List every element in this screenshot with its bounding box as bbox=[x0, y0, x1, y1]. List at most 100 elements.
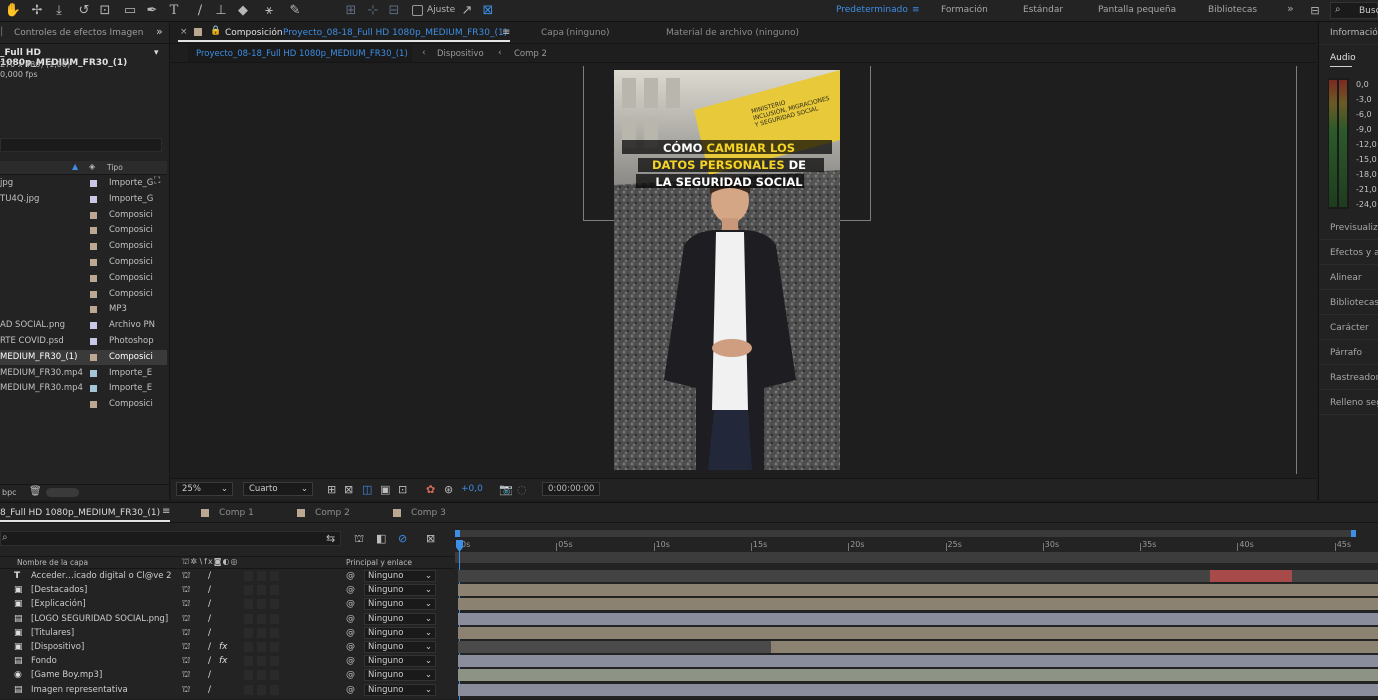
switch-cell[interactable] bbox=[257, 627, 266, 638]
pickwhip-icon[interactable]: @ bbox=[346, 597, 355, 611]
switch-cell[interactable] bbox=[244, 571, 253, 581]
item-dropdown-icon[interactable]: ▾ bbox=[154, 48, 159, 58]
parent-dropdown[interactable]: Ninguno ⌄ bbox=[364, 669, 436, 682]
timeline-tab-comp2[interactable]: Comp 2 bbox=[315, 508, 350, 518]
quality-switch-icon[interactable]: ∕ bbox=[208, 654, 211, 668]
pan-behind-icon[interactable]: ⤓ bbox=[50, 2, 68, 20]
switch-cell[interactable] bbox=[270, 627, 279, 638]
project-item[interactable]: MEDIUM_FR30_(1) Composici bbox=[0, 349, 167, 365]
collapsed-panel-tab[interactable]: Efectos y aj bbox=[1330, 248, 1378, 258]
switch-cell[interactable] bbox=[257, 571, 266, 581]
switch-cell[interactable] bbox=[270, 571, 279, 581]
workspace-formacion[interactable]: Formación bbox=[941, 5, 988, 15]
dependency-icon[interactable]: ⛶ bbox=[154, 176, 160, 186]
collapsed-panel-tab[interactable]: Alinear bbox=[1330, 273, 1362, 283]
thumbnail-size-slider[interactable] bbox=[46, 488, 79, 497]
shy-switch-icon[interactable]: ⛫ bbox=[182, 668, 190, 682]
project-item[interactable]: Composici bbox=[0, 397, 167, 412]
hand-tool-icon[interactable]: ✋ bbox=[4, 2, 22, 20]
layer-duration-bar[interactable] bbox=[458, 598, 1378, 611]
layer-duration-bar[interactable] bbox=[458, 626, 1378, 639]
collapsed-panel-tab[interactable]: Relleno seg bbox=[1330, 398, 1378, 408]
shy-switch-icon[interactable]: ⛫ bbox=[182, 640, 190, 654]
work-area-bar[interactable] bbox=[455, 552, 1378, 563]
shy-layers-icon[interactable]: ◧ bbox=[376, 532, 386, 545]
color-management-icon[interactable]: ⊛ bbox=[444, 483, 453, 496]
parent-dropdown[interactable]: Ninguno ⌄ bbox=[364, 655, 436, 668]
switch-cell[interactable] bbox=[244, 684, 253, 695]
fast-preview-icon[interactable]: ⊞ bbox=[327, 483, 336, 496]
layer-row[interactable]: ▣ [Destacados] ⛫ ∕ @ Ninguno ⌄ bbox=[0, 583, 455, 597]
parent-dropdown[interactable]: Ninguno ⌄ bbox=[364, 570, 436, 582]
panel-overflow-icon[interactable]: » bbox=[156, 25, 163, 38]
project-item[interactable]: Composici bbox=[0, 223, 167, 238]
effect-controls-tab[interactable]: Controles de efectos Imagen bbox=[14, 28, 143, 38]
layer-row[interactable]: ▤ [LOGO SEGURIDAD SOCIAL.png] ⛫ ∕ @ Ninguno ⌄ bbox=[0, 612, 455, 626]
breadcrumb-comp2[interactable]: Comp 2 bbox=[514, 49, 547, 59]
timeline-tab-comp1[interactable]: Comp 1 bbox=[219, 508, 254, 518]
quality-switch-icon[interactable]: ∕ bbox=[208, 640, 211, 654]
layer-row[interactable]: ▣ [Dispositivo] ⛫ ∕ fx @ Ninguno ⌄ bbox=[0, 640, 455, 654]
workspace-bibliotecas[interactable]: Bibliotecas bbox=[1208, 5, 1257, 15]
quality-switch-icon[interactable]: ∕ bbox=[208, 583, 211, 597]
axis-local-icon[interactable]: ⊞ bbox=[342, 2, 360, 20]
layer-duration-bar[interactable] bbox=[458, 641, 1378, 653]
layer-row[interactable]: ▣ [Titulares] ⛫ ∕ @ Ninguno ⌄ bbox=[0, 626, 455, 640]
switch-cell[interactable] bbox=[244, 627, 253, 638]
axis-world-icon[interactable]: ⊹ bbox=[364, 2, 382, 20]
collapsed-panel-tab[interactable]: Bibliotecas bbox=[1330, 298, 1378, 308]
camera-tool-icon[interactable]: ⊡ bbox=[96, 2, 114, 20]
guides-icon[interactable]: ⊡ bbox=[398, 483, 407, 496]
composition-tab-name[interactable]: Proyecto_08-18_Full HD 1080p_MEDIUM_FR30… bbox=[283, 28, 507, 38]
close-tab-icon[interactable]: × bbox=[180, 27, 188, 37]
shy-switch-icon[interactable]: ⛫ bbox=[182, 683, 190, 697]
snap-target-icon[interactable]: ⊠ bbox=[479, 2, 497, 20]
transparency-grid-icon[interactable]: ⊠ bbox=[344, 483, 353, 496]
snap-options-icon[interactable]: ↗ bbox=[458, 2, 476, 20]
project-item[interactable]: MP3 bbox=[0, 302, 167, 317]
more-workspaces-icon[interactable]: » bbox=[1287, 2, 1294, 15]
switch-cell[interactable] bbox=[244, 670, 253, 681]
audio-panel-tab[interactable]: Audio bbox=[1330, 53, 1356, 63]
effects-switch-icon[interactable]: fx bbox=[219, 654, 228, 668]
layer-duration-bar[interactable] bbox=[458, 612, 1378, 625]
quality-switch-icon[interactable]: ∕ bbox=[208, 597, 211, 611]
parent-dropdown[interactable]: Ninguno ⌄ bbox=[364, 626, 436, 639]
axis-view-icon[interactable]: ⊟ bbox=[385, 2, 403, 20]
timeline-menu-icon[interactable]: ≡ bbox=[162, 506, 170, 517]
layer-tab[interactable]: Capa bbox=[541, 28, 564, 38]
shy-switch-icon[interactable]: ⛫ bbox=[182, 583, 190, 597]
switch-cell[interactable] bbox=[270, 585, 279, 596]
collapsed-panel-tab[interactable]: Rastreador bbox=[1330, 373, 1378, 383]
project-item[interactable]: MEDIUM_FR30.mp4 Importe_E bbox=[0, 366, 167, 381]
layer-duration-bar[interactable] bbox=[458, 570, 1378, 582]
time-ruler[interactable]: 0s 05s 10s 15s 20s 25s 30s 35s 40s 45s bbox=[455, 503, 1378, 558]
switch-cell[interactable] bbox=[257, 656, 266, 667]
quality-switch-icon[interactable]: ∕ bbox=[208, 683, 211, 697]
switch-cell[interactable] bbox=[270, 613, 279, 624]
switch-cell[interactable] bbox=[244, 656, 253, 667]
composition-canvas[interactable]: CÓMO CAMBIAR LOS DATOS PERSONALES DE LA … bbox=[614, 70, 840, 470]
pickwhip-icon[interactable]: @ bbox=[346, 626, 355, 640]
workspace-predeterminado[interactable]: Predeterminado bbox=[836, 5, 908, 15]
switch-cell[interactable] bbox=[244, 599, 253, 610]
switch-cell[interactable] bbox=[257, 642, 266, 652]
project-item[interactable]: Composici bbox=[0, 271, 167, 286]
footage-tab[interactable]: Material de archivo (ninguno) bbox=[666, 28, 799, 38]
shy-switch-icon[interactable]: ⛫ bbox=[182, 597, 190, 611]
collapsed-panel-tab[interactable]: Párrafo bbox=[1330, 348, 1362, 358]
snapshot-icon[interactable]: 📷 bbox=[499, 483, 513, 496]
collapsed-panel-tab[interactable]: Previsualiza bbox=[1330, 223, 1378, 233]
workspace-pantalla-pequena[interactable]: Pantalla pequeña bbox=[1098, 5, 1176, 15]
pickwhip-icon[interactable]: @ bbox=[346, 569, 355, 583]
layer-row[interactable]: ▤ Imagen representativa ⛫ ∕ @ Ninguno ⌄ bbox=[0, 683, 455, 697]
parent-dropdown[interactable]: Ninguno ⌄ bbox=[364, 612, 436, 625]
quality-switch-icon[interactable]: ∕ bbox=[208, 668, 211, 682]
project-item[interactable]: jpg Importe_G bbox=[0, 176, 167, 191]
layer-row[interactable]: ▣ [Explicación] ⛫ ∕ @ Ninguno ⌄ bbox=[0, 597, 455, 611]
move-tool-icon[interactable]: ✢ bbox=[28, 2, 46, 20]
project-item[interactable]: TU4Q.jpg Importe_G bbox=[0, 192, 167, 207]
layer-duration-bar[interactable] bbox=[458, 669, 1378, 682]
lock-icon[interactable]: 🔒 bbox=[210, 26, 221, 36]
pickwhip-icon[interactable]: @ bbox=[346, 612, 355, 626]
